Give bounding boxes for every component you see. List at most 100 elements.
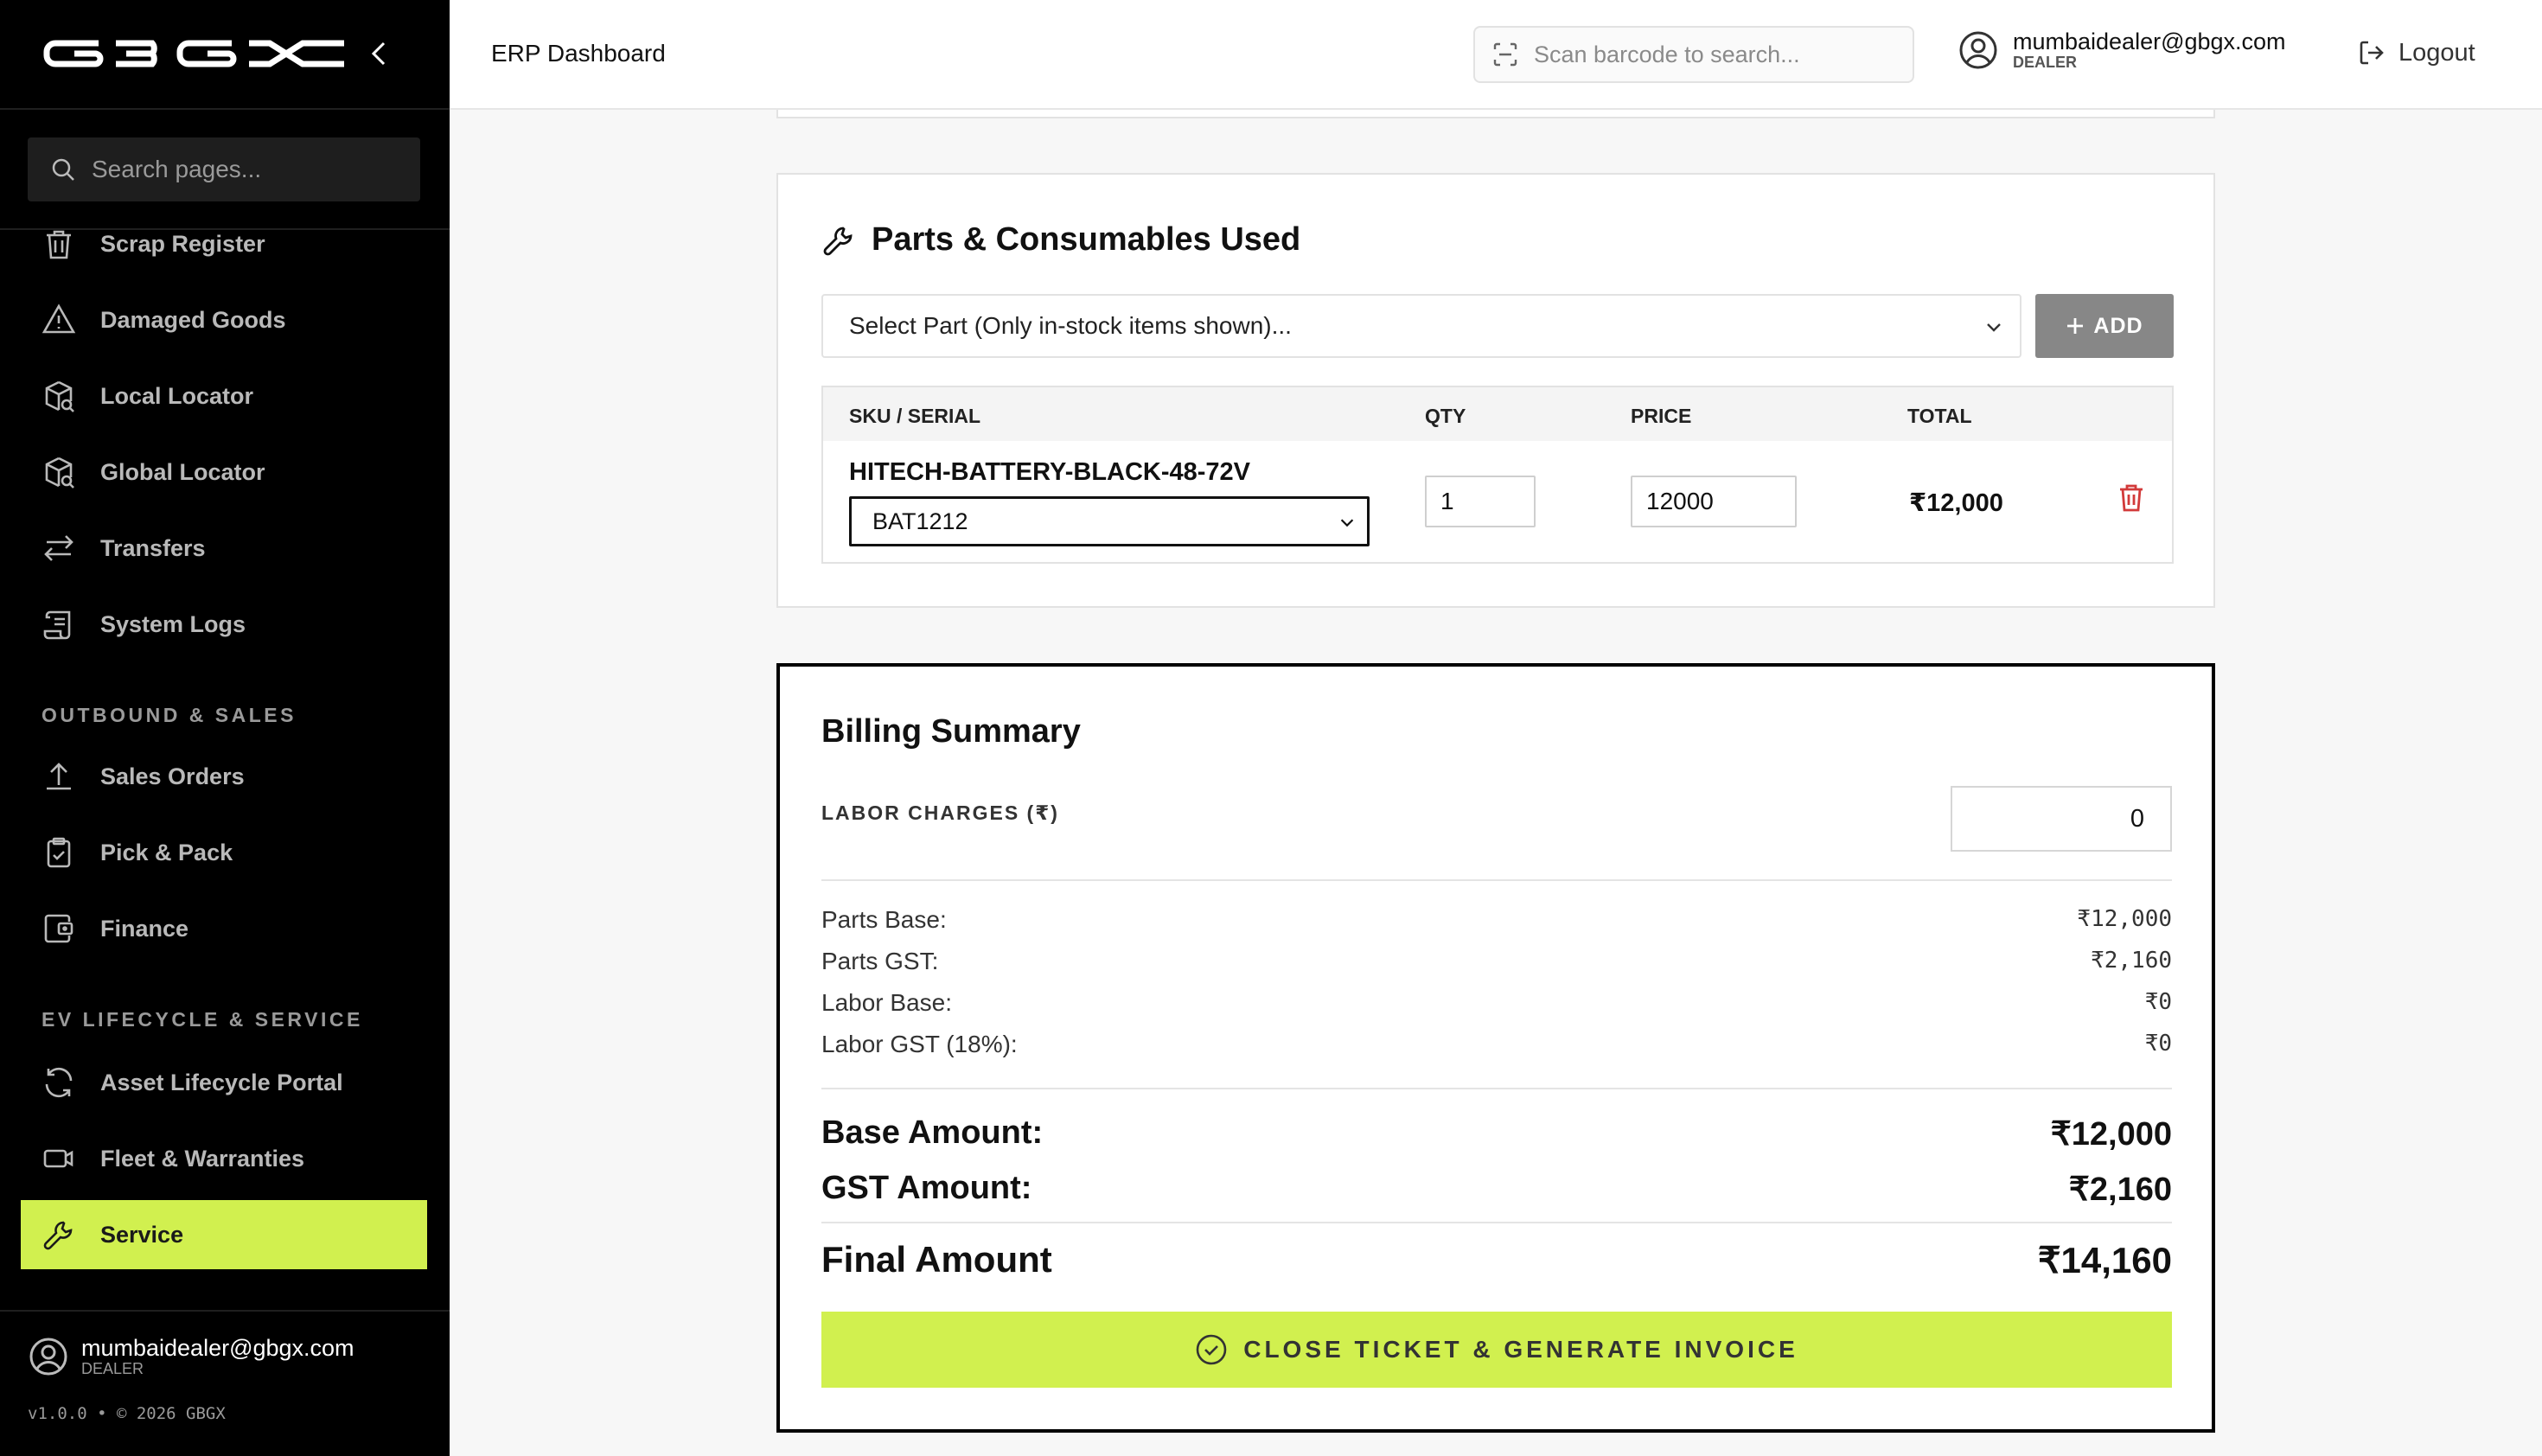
close-ticket-button[interactable]: CLOSE TICKET & GENERATE INVOICE: [821, 1312, 2172, 1388]
add-part-button[interactable]: ADD: [2035, 294, 2174, 358]
plus-icon: [2067, 318, 2084, 334]
serial-select-dropdown[interactable]: BAT1212: [849, 496, 1370, 546]
previous-card-edge: [776, 110, 2215, 118]
page-title: ERP Dashboard: [491, 40, 666, 67]
delete-row-icon[interactable]: [2117, 482, 2146, 514]
divider: [821, 1222, 2172, 1223]
header-user-role: DEALER: [2013, 54, 2078, 71]
gbgx-logo[interactable]: [43, 38, 348, 69]
summary-value: ₹0: [2144, 989, 2172, 1015]
check-circle-icon: [1196, 1334, 1227, 1365]
refresh-icon: [45, 1067, 73, 1098]
user-circle-icon: [1959, 31, 1997, 69]
sidebar-item-label: Service: [100, 1221, 184, 1248]
summary-value: ₹2,160: [2091, 948, 2172, 974]
sidebar-item-local-locator[interactable]: Local Locator: [21, 361, 427, 431]
sidebar-item-transfers[interactable]: Transfers: [21, 514, 427, 583]
sidebar-item-sales-orders[interactable]: Sales Orders: [21, 742, 427, 811]
summary-label: Labor Base:: [821, 989, 952, 1016]
table-row: HITECH-BATTERY-BLACK-48-72V BAT1212 1 12…: [823, 441, 2172, 562]
sidebar-item-label: Asset Lifecycle Portal: [100, 1069, 343, 1095]
sidebar-user-role: DEALER: [81, 1360, 144, 1377]
summary-label: Parts GST:: [821, 948, 939, 974]
sidebar-user-email: mumbaidealer@gbgx.com: [81, 1335, 354, 1361]
chevron-down-icon: [1987, 323, 2001, 332]
sidebar-item-label: Damaged Goods: [100, 306, 286, 333]
video-icon: [43, 1149, 73, 1168]
column-header-sku: SKU / SERIAL: [849, 405, 981, 427]
box-search-icon: [45, 457, 74, 489]
column-header-total: TOTAL: [1907, 405, 1972, 427]
sidebar-item-damaged-goods[interactable]: Damaged Goods: [21, 285, 427, 354]
summary-value: ₹12,000: [2077, 906, 2172, 932]
barcode-search-input[interactable]: Scan barcode to search...: [1473, 26, 1914, 83]
wrench-icon: [43, 1221, 73, 1250]
sidebar-item-system-logs[interactable]: System Logs: [21, 590, 427, 659]
barcode-search-placeholder: Scan barcode to search...: [1534, 41, 1800, 67]
header-user[interactable]: mumbaidealer@gbgx.com DEALER: [1958, 29, 2286, 71]
base-amount-value: ₹12,000: [2050, 1116, 2172, 1153]
parts-title-text: Parts & Consumables Used: [872, 221, 1301, 258]
base-amount-row: Base Amount: ₹12,000: [821, 1114, 2172, 1153]
logout-button[interactable]: Logout: [2357, 38, 2475, 67]
sidebar-search-placeholder: Search pages...: [92, 156, 262, 182]
part-select-dropdown[interactable]: Select Part (Only in-stock items shown).…: [821, 294, 2021, 358]
sidebar-item-scrap-register[interactable]: Scrap Register: [21, 209, 427, 278]
section-title-outbound: OUTBOUND & SALES: [42, 704, 297, 726]
base-amount-label: Base Amount:: [821, 1114, 1044, 1151]
sidebar-item-finance[interactable]: Finance: [21, 894, 427, 963]
sidebar-footer-divider: [0, 1310, 450, 1312]
qty-input[interactable]: 1: [1425, 476, 1536, 527]
price-input[interactable]: 12000: [1631, 476, 1797, 527]
sidebar-item-pick-pack[interactable]: Pick & Pack: [21, 818, 427, 887]
topbar: ERP Dashboard Scan barcode to search... …: [450, 0, 2542, 110]
summary-label: Parts Base:: [821, 906, 947, 933]
table-header: SKU / SERIAL QTY PRICE TOTAL: [823, 387, 2172, 441]
labor-charges-label: LABOR CHARGES (₹): [821, 801, 1059, 824]
column-header-qty: QTY: [1425, 405, 1466, 427]
warning-icon: [42, 303, 76, 334]
clipboard-icon: [47, 837, 71, 868]
parts-card: Parts & Consumables Used Select Part (On…: [776, 173, 2215, 608]
sidebar-item-label: Transfers: [100, 534, 206, 561]
summary-line-parts-gst: Parts GST: ₹2,160: [821, 948, 2172, 975]
sidebar-item-service[interactable]: Service: [21, 1200, 427, 1269]
scan-icon: [1493, 42, 1517, 67]
sidebar-item-label: System Logs: [100, 610, 246, 637]
wrench-icon: [823, 227, 853, 255]
summary-value: ₹0: [2144, 1031, 2172, 1057]
scroll-icon: [43, 610, 71, 640]
summary-line-labor-base: Labor Base: ₹0: [821, 989, 2172, 1017]
search-icon: [52, 158, 74, 181]
upload-icon: [47, 763, 71, 790]
sidebar-item-asset-lifecycle-portal[interactable]: Asset Lifecycle Portal: [21, 1048, 427, 1117]
labor-charges-input[interactable]: 0: [1951, 786, 2172, 852]
billing-title: Billing Summary: [821, 713, 1081, 750]
column-header-price: PRICE: [1631, 405, 1692, 427]
final-amount-label: Final Amount: [821, 1239, 1052, 1280]
serial-select-value: BAT1212: [872, 508, 968, 534]
header-user-email: mumbaidealer@gbgx.com: [2013, 29, 2286, 54]
sidebar-item-label: Fleet & Warranties: [100, 1145, 305, 1172]
version-text: v1.0.0 • © 2026 GBGX: [28, 1404, 226, 1423]
final-amount-row: Final Amount ₹14,160: [821, 1239, 2172, 1281]
section-title-ev-lifecycle: EV LIFECYCLE & SERVICE: [42, 1008, 363, 1031]
gst-amount-label: GST Amount:: [821, 1170, 1032, 1206]
sidebar: Search pages... Scrap Register Damaged G…: [0, 0, 450, 1456]
chevron-down-icon: [1340, 519, 1354, 527]
box-search-icon: [45, 380, 74, 412]
sidebar-item-global-locator[interactable]: Global Locator: [21, 437, 427, 507]
sidebar-item-label: Scrap Register: [100, 230, 265, 257]
sidebar-user[interactable]: mumbaidealer@gbgx.com DEALER: [28, 1336, 354, 1377]
collapse-sidebar-icon[interactable]: [367, 38, 391, 69]
close-ticket-label: CLOSE TICKET & GENERATE INVOICE: [1243, 1336, 1798, 1363]
arrows-swap-icon: [44, 535, 73, 561]
sidebar-search-input[interactable]: Search pages...: [28, 137, 420, 201]
gst-amount-row: GST Amount: ₹2,160: [821, 1170, 2172, 1209]
wallet-icon: [44, 914, 73, 943]
sidebar-item-label: Pick & Pack: [100, 839, 233, 865]
logout-icon: [2360, 41, 2384, 65]
sidebar-item-label: Finance: [100, 915, 189, 942]
sidebar-item-fleet-warranties[interactable]: Fleet & Warranties: [21, 1124, 427, 1193]
add-part-label: ADD: [2093, 313, 2143, 338]
